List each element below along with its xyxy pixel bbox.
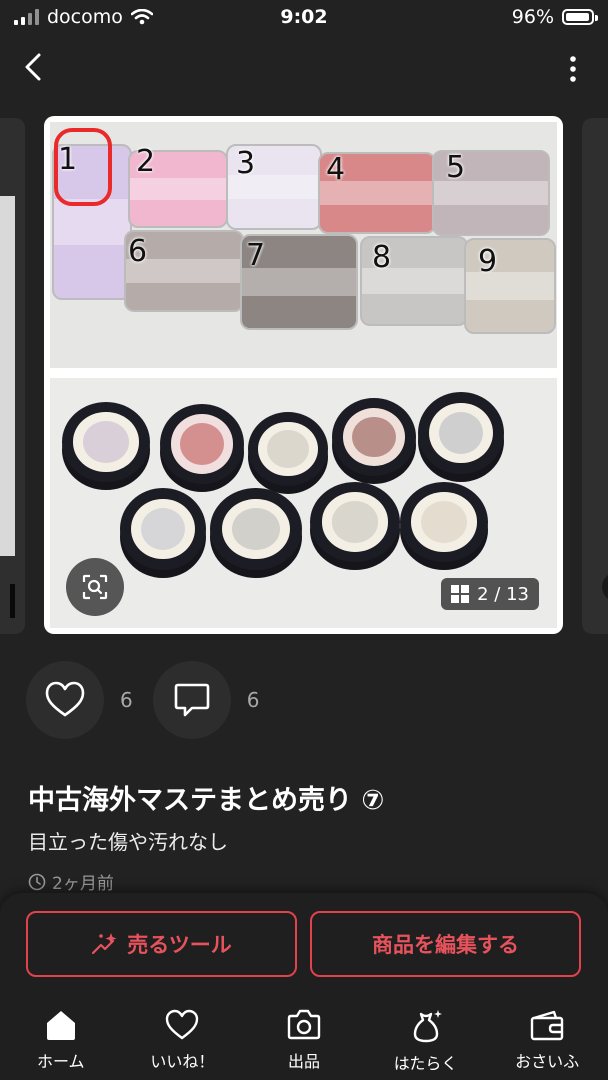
tab-sell-label: 出品: [287, 1052, 320, 1071]
tape-number: 8: [372, 240, 392, 275]
tab-work[interactable]: はたらく: [365, 1005, 487, 1080]
like-count: 6: [120, 688, 133, 712]
comment-button[interactable]: [152, 661, 231, 739]
status-bar: docomo 9:02 96%: [0, 0, 608, 36]
like-button[interactable]: [26, 661, 104, 739]
image-pager[interactable]: 2 / 13: [441, 578, 539, 610]
comment-count: 6: [246, 688, 260, 712]
tape-number: 3: [236, 146, 256, 181]
tab-likes[interactable]: いいね！: [122, 1005, 244, 1080]
tab-likes-label: いいね！: [150, 1052, 215, 1071]
battery-percent: 96%: [511, 6, 554, 28]
clock-icon: [28, 873, 46, 890]
next-image-card[interactable]: [582, 118, 608, 634]
wallet-icon: [530, 1010, 564, 1041]
scan-search-icon: [82, 574, 108, 600]
edit-item-button[interactable]: 商品を編集する: [310, 911, 581, 977]
tab-work-label: はたらく: [393, 1054, 458, 1073]
money-bag-icon: [413, 1010, 442, 1043]
home-icon: [46, 1011, 75, 1040]
comment-icon: [174, 683, 210, 717]
tab-bar: ホーム いいね！ 出品 はたらく おさいふ: [0, 1005, 608, 1080]
item-title: 中古海外マステまとめ売り ⑦: [28, 785, 385, 816]
camera-icon: [287, 1009, 321, 1040]
tab-sell[interactable]: 出品: [243, 1005, 365, 1080]
tab-home-label: ホーム: [37, 1052, 85, 1071]
tape-photo-top: 1 2 3 4 5 6 7 8 9: [50, 122, 557, 368]
heart-icon: [166, 1009, 199, 1040]
pager-label: 2 / 13: [477, 583, 529, 605]
tape-number: 5: [446, 150, 466, 185]
reaction-bar: 6 6: [26, 661, 279, 739]
edit-item-label: 商品を編集する: [372, 933, 519, 957]
posted-time-label: 2ヶ月前: [52, 874, 114, 894]
tape-photo-bottom: 2 / 13: [50, 378, 557, 628]
tape-number: 7: [246, 238, 266, 273]
tape-number: 6: [128, 234, 148, 269]
tab-home[interactable]: ホーム: [0, 1005, 122, 1080]
tab-wallet[interactable]: おさいふ: [486, 1005, 608, 1080]
sell-tool-label: 売るツール: [127, 933, 232, 957]
tape-number: 4: [326, 152, 346, 187]
zoom-button[interactable]: [66, 558, 124, 616]
posted-time: 2ヶ月前: [28, 869, 114, 894]
heart-icon: [45, 681, 85, 717]
grid-icon: [451, 585, 470, 603]
back-chevron-icon[interactable]: [18, 50, 52, 84]
previous-image-card[interactable]: [0, 118, 25, 634]
more-vertical-icon[interactable]: [568, 56, 578, 82]
sell-tool-button[interactable]: 売るツール: [26, 911, 297, 977]
sparkle-chart-icon: [92, 933, 117, 955]
tape-number: 9: [478, 244, 498, 279]
tape-number: 1: [58, 142, 78, 177]
tape-number: 2: [136, 144, 156, 179]
battery-group: 96%: [511, 6, 598, 28]
tab-wallet-label: おさいふ: [515, 1052, 580, 1071]
item-condition: 目立った傷や汚れなし: [28, 830, 228, 854]
battery-icon: [562, 9, 598, 25]
product-image-gallery[interactable]: 1 2 3 4 5 6 7 8 9 2 / 13: [44, 116, 563, 634]
